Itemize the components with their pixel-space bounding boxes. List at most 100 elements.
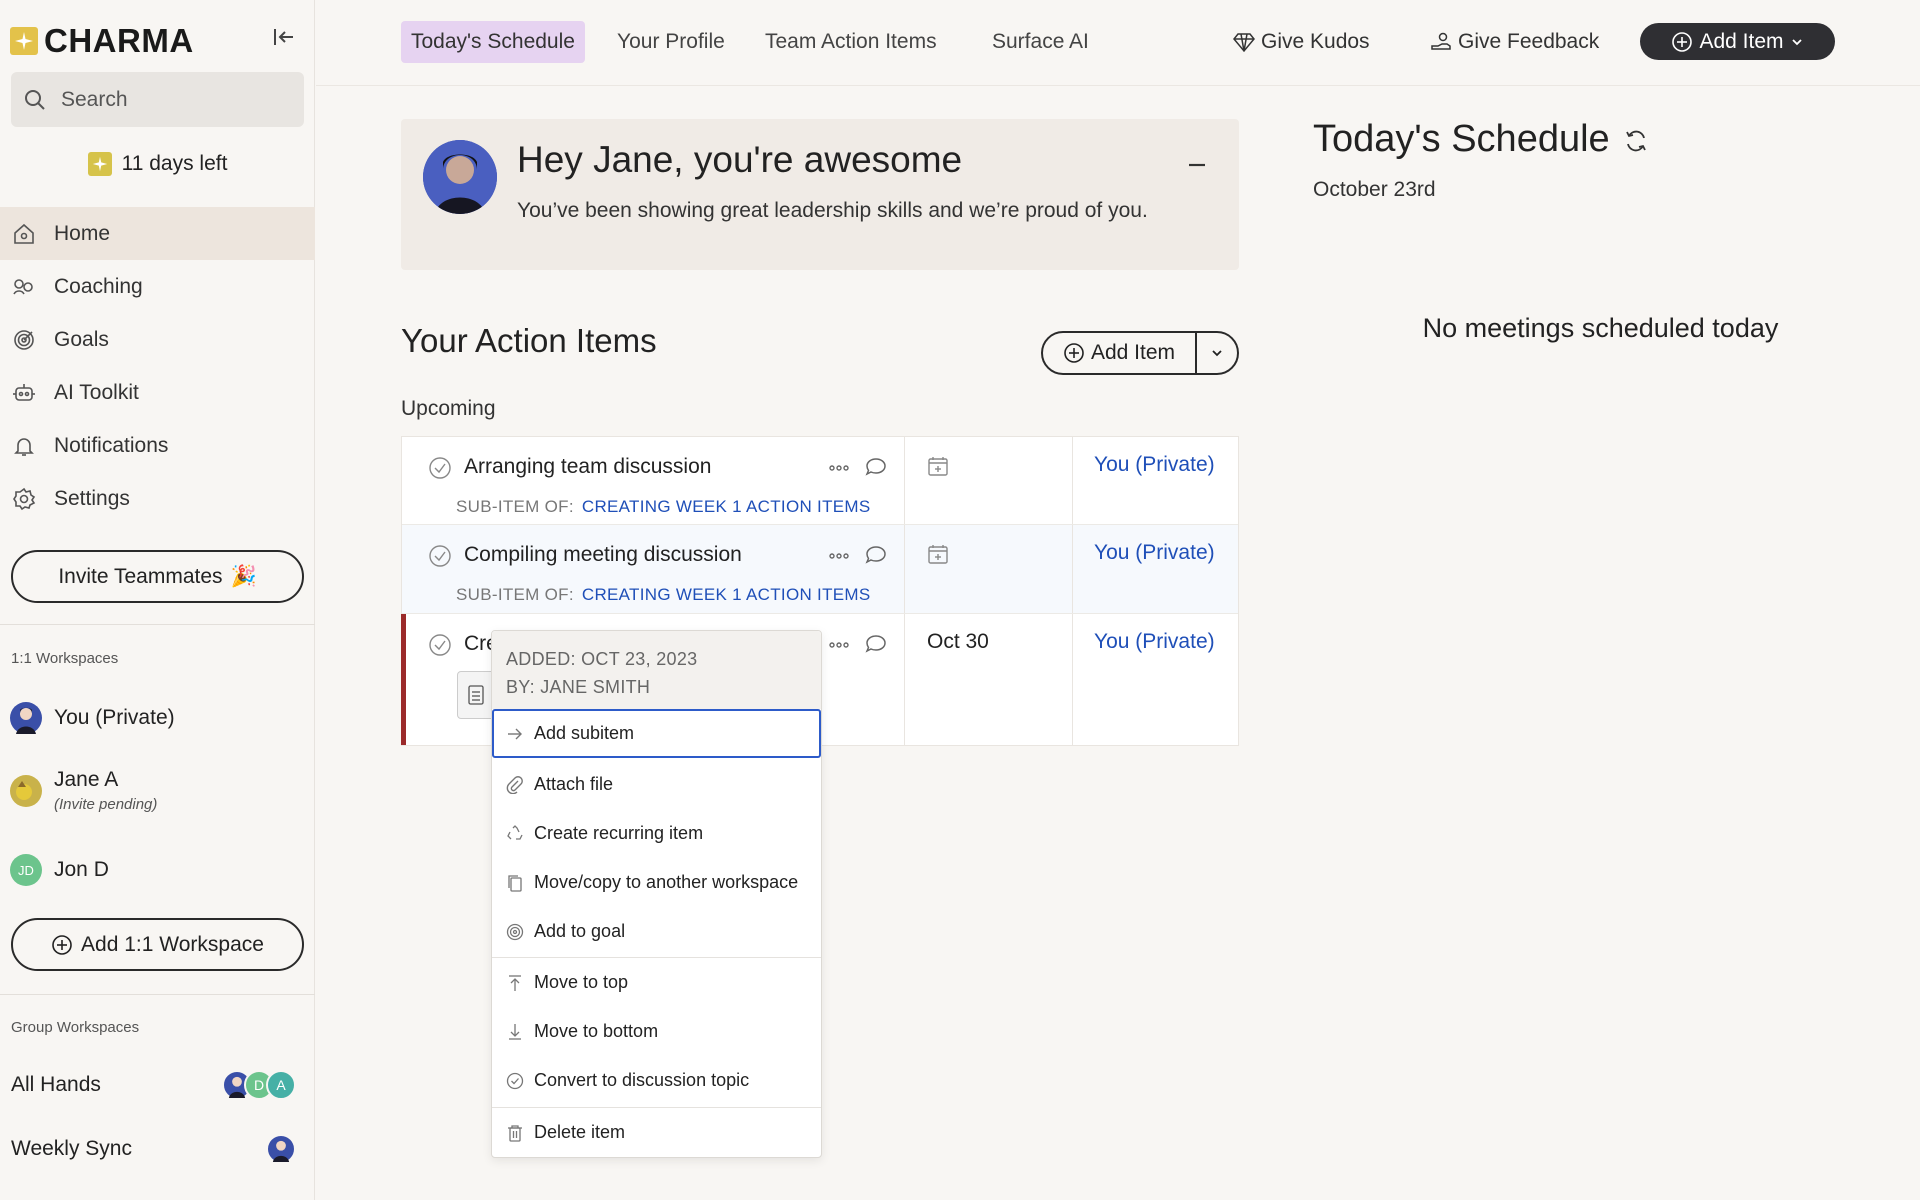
attachment-file-icon[interactable]: [457, 671, 495, 719]
workspace-jane-a[interactable]: Jane A (Invite pending): [10, 768, 305, 813]
menu-item-label: Move/copy to another workspace: [534, 872, 799, 892]
avatar: JD: [10, 854, 42, 886]
bell-icon: [12, 434, 36, 458]
menu-create-recurring[interactable]: Create recurring item: [492, 809, 821, 858]
charma-logo[interactable]: CHARMA: [10, 22, 194, 60]
workspace-jon-d[interactable]: JD Jon D: [10, 854, 305, 886]
item-title[interactable]: Compiling meeting discussion: [464, 543, 742, 567]
tab-surface-ai[interactable]: Surface AI: [982, 21, 1099, 63]
avatar: [266, 1134, 296, 1164]
check-circle-icon[interactable]: [428, 544, 452, 568]
tab-team-action-items[interactable]: Team Action Items: [755, 21, 947, 63]
move-bottom-icon: [506, 1023, 524, 1041]
menu-move-to-bottom[interactable]: Move to bottom: [492, 1007, 821, 1056]
one-on-one-section-label: 1:1 Workspaces: [11, 650, 119, 667]
menu-convert-topic[interactable]: Convert to discussion topic: [492, 1056, 821, 1105]
menu-add-to-goal[interactable]: Add to goal: [492, 907, 821, 956]
workspace-name: You (Private): [54, 706, 175, 729]
menu-attach-file[interactable]: Attach file: [492, 760, 821, 809]
feedback-hand-icon: [1430, 31, 1452, 53]
group-name: All Hands: [11, 1073, 101, 1096]
add-item-label: Add Item: [1090, 341, 1176, 364]
tab-your-profile[interactable]: Your Profile: [607, 21, 735, 63]
robot-icon: [12, 381, 36, 405]
menu-item-label: Attach file: [534, 774, 614, 794]
menu-item-label: Move to top: [534, 972, 629, 992]
avatar: A: [266, 1070, 296, 1100]
menu-add-subitem[interactable]: Add subitem: [492, 709, 821, 758]
group-weekly-sync[interactable]: Weekly Sync: [11, 1134, 296, 1164]
menu-item-label: Delete item: [534, 1122, 626, 1142]
comment-icon[interactable]: [865, 456, 887, 478]
trash-icon: [506, 1124, 524, 1142]
calendar-add-icon[interactable]: [927, 455, 949, 477]
invite-teammates-button[interactable]: Invite Teammates 🎉: [11, 550, 304, 603]
workspace-you-private[interactable]: You (Private): [10, 702, 305, 734]
menu-item-label: Move to bottom: [534, 1021, 659, 1041]
sidebar-item-label: Settings: [54, 486, 130, 510]
added-date: ADDED: OCT 23, 2023: [506, 649, 698, 669]
check-circle-icon[interactable]: [428, 456, 452, 480]
due-date[interactable]: Oct 30: [927, 630, 989, 654]
due-cell: Oct 30: [905, 614, 1073, 745]
add-item-dropdown-button[interactable]: [1197, 333, 1237, 373]
sidebar-item-label: Home: [54, 221, 111, 245]
sidebar-item-notifications[interactable]: Notifications: [0, 419, 315, 472]
logo-star-icon: [10, 27, 38, 55]
sidebar-item-settings[interactable]: Settings: [0, 472, 315, 525]
upcoming-section-label: Upcoming: [401, 397, 496, 420]
collapse-sidebar-icon[interactable]: [271, 24, 297, 50]
tab-todays-schedule[interactable]: Today's Schedule: [401, 21, 585, 63]
parent-item-link[interactable]: CREATING WEEK 1 ACTION ITEMS: [582, 585, 871, 604]
group-all-hands[interactable]: All Hands D A: [11, 1070, 296, 1100]
table-row[interactable]: Compiling meeting discussion SUB-ITEM OF…: [402, 525, 1238, 614]
add-workspace-button[interactable]: Add 1:1 Workspace: [11, 918, 304, 971]
invite-teammates-label: Invite Teammates: [58, 564, 223, 588]
trial-status: 11 days left: [0, 152, 315, 176]
owner-link[interactable]: You (Private): [1094, 453, 1215, 477]
search-box[interactable]: [11, 72, 304, 127]
give-feedback-button[interactable]: Give Feedback: [1430, 21, 1599, 63]
top-add-item-button[interactable]: Add Item: [1640, 23, 1835, 60]
trial-star-icon: [87, 152, 112, 176]
schedule-title: Today's Schedule: [1313, 118, 1610, 160]
target-icon: [12, 328, 36, 352]
item-title[interactable]: Arranging team discussion: [464, 455, 711, 479]
comment-icon[interactable]: [865, 633, 887, 655]
sidebar-item-label: AI Toolkit: [54, 380, 139, 404]
search-input[interactable]: [61, 87, 281, 112]
plus-circle-icon: [1671, 31, 1693, 53]
target-icon: [506, 923, 524, 941]
sidebar-item-coaching[interactable]: Coaching: [0, 260, 315, 313]
action-items-add-control: Add Item: [1041, 331, 1239, 375]
sidebar-item-home[interactable]: Home: [0, 207, 315, 260]
top-navigation: Today's Schedule Your Profile Team Actio…: [316, 0, 1920, 86]
parent-item-link[interactable]: CREATING WEEK 1 ACTION ITEMS: [582, 497, 871, 516]
more-options-icon[interactable]: [828, 546, 850, 566]
table-row[interactable]: Arranging team discussion SUB-ITEM OF: CR…: [402, 437, 1238, 525]
owner-link[interactable]: You (Private): [1094, 541, 1215, 565]
owner-link[interactable]: You (Private): [1094, 630, 1215, 654]
minimize-icon[interactable]: [1183, 153, 1211, 177]
workspace-name: Jon D: [54, 858, 109, 881]
sidebar-item-ai-toolkit[interactable]: AI Toolkit: [0, 366, 315, 419]
refresh-icon[interactable]: [1623, 128, 1649, 154]
menu-item-label: Add to goal: [534, 921, 626, 941]
add-workspace-label: Add 1:1 Workspace: [81, 932, 264, 956]
sub-item-prefix: SUB-ITEM OF:: [456, 497, 574, 516]
give-kudos-button[interactable]: Give Kudos: [1233, 21, 1370, 63]
avatar: [423, 140, 497, 214]
menu-delete-item[interactable]: Delete item: [492, 1108, 821, 1157]
check-circle-icon[interactable]: [428, 633, 452, 657]
more-options-icon[interactable]: [828, 635, 850, 655]
action-items-add-button[interactable]: Add Item: [1043, 333, 1197, 373]
sidebar-item-goals[interactable]: Goals: [0, 313, 315, 366]
sub-item-of: SUB-ITEM OF: CREATING WEEK 1 ACTION ITEMS: [456, 585, 871, 605]
menu-move-copy[interactable]: Move/copy to another workspace: [492, 858, 821, 907]
menu-move-to-top[interactable]: Move to top: [492, 958, 821, 1007]
calendar-add-icon[interactable]: [927, 543, 949, 565]
more-options-icon[interactable]: [828, 458, 850, 478]
move-top-icon: [506, 974, 524, 992]
comment-icon[interactable]: [865, 544, 887, 566]
workspace-name: Jane A: [54, 768, 119, 791]
